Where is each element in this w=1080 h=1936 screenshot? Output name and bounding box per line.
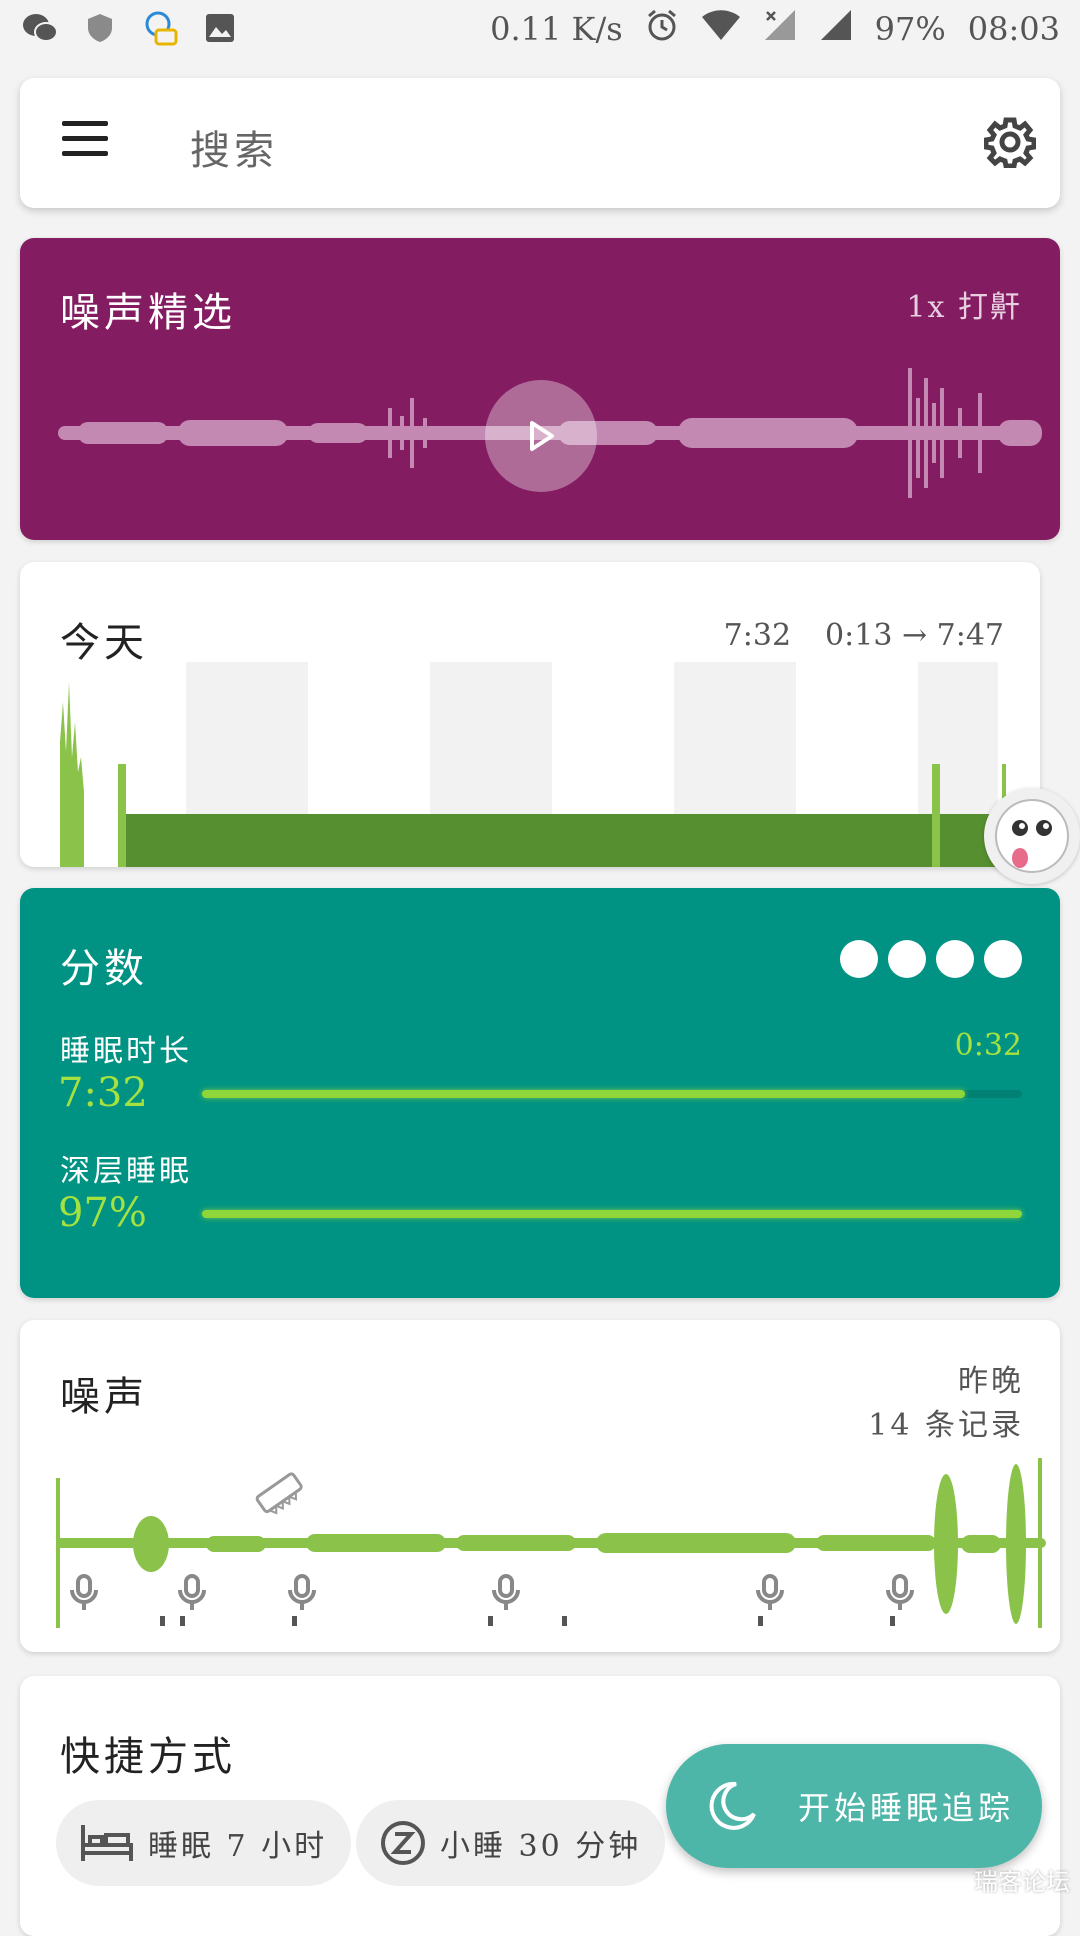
mic-markers [70,1574,914,1610]
wechat-icon [22,10,58,46]
saw-icon [255,1472,303,1515]
deep-sleep-bar [202,1210,1022,1218]
moon-icon [709,1781,756,1830]
gear-icon[interactable] [983,116,1037,169]
net-speed: 0.11 K/s [490,10,623,48]
sleep-length-extra: 0:32 [954,1028,1022,1063]
rating-dot [936,940,974,978]
today-sleep-card[interactable]: 今天 7:32 0:13 → 7:47 [20,562,1040,867]
noise-timeline [56,1458,1046,1628]
watermark: 瑞客论坛 [974,1868,1070,1896]
play-icon [530,421,554,451]
sleep-duration: 7:32 [723,618,792,653]
card-title: 快捷方式 [60,1734,236,1780]
clock: 08:03 [967,10,1060,48]
shortcut-nap-30m[interactable]: 小睡 30 分钟 [356,1800,666,1886]
wifi-icon [701,9,741,49]
snore-count: 1x 打鼾 [906,290,1022,325]
deep-sleep-value: 97% [58,1190,147,1236]
noise-meta: 昨晚 14 条记录 [868,1360,1024,1448]
sleep-range: 0:13 → 7:47 [825,618,1004,653]
menu-icon[interactable] [62,121,108,157]
chip-label: 睡眠 7 小时 [148,1829,328,1864]
search-input[interactable]: 搜索 [190,118,278,176]
alarm-icon [645,8,679,50]
nap-icon [381,1821,425,1865]
card-title: 噪声精选 [60,290,236,336]
sleep-hypnogram [60,662,1006,867]
chip-label: 小睡 30 分钟 [440,1829,642,1864]
noise-card[interactable]: 噪声 昨晚 14 条记录 [20,1320,1060,1652]
rating-dot [888,940,926,978]
noise-highlight-card[interactable]: 噪声精选 1x 打鼾 [20,238,1060,540]
card-title: 分数 [60,946,148,992]
deep-sleep-label: 深层睡眠 [60,1154,192,1189]
shield-icon [82,10,118,46]
sleep-length-fill [202,1090,965,1098]
image-icon [202,10,238,46]
rating-dot [840,940,878,978]
score-card[interactable]: 分数 睡眠时长 0:32 7:32 深层睡眠 97% [20,888,1060,1298]
signal-icon [819,8,853,50]
notification-icons [22,10,238,46]
card-title: 今天 [60,620,148,666]
play-button[interactable] [485,380,597,492]
sleep-length-bar [202,1090,1022,1098]
today-meta: 7:32 0:13 → 7:47 [724,618,1004,653]
rating-dot [984,940,1022,978]
start-tracking-label: 开始睡眠追踪 [798,1789,1015,1827]
score-rating [840,940,1022,978]
card-title: 噪声 [60,1374,148,1420]
deep-sleep-fill [202,1210,1022,1218]
battery-level: 97% [874,10,946,48]
sleep-length-label: 睡眠时长 [60,1034,192,1069]
status-bar: 0.11 K/s 97% 08:03 [0,0,1080,62]
floating-mascot[interactable] [984,788,1080,884]
bed-icon [81,1825,133,1861]
search-bar[interactable]: 搜索 [20,78,1060,208]
shortcut-sleep-7h[interactable]: 睡眠 7 小时 [56,1800,352,1886]
status-right: 0.11 K/s 97% 08:03 [490,8,1060,50]
chat-bot-icon [142,10,178,46]
noise-when: 昨晚 [958,1364,1024,1399]
sleep-length-value: 7:32 [58,1070,148,1116]
signal-x-icon [763,8,797,50]
start-tracking-button[interactable]: 开始睡眠追踪 [666,1744,1042,1868]
